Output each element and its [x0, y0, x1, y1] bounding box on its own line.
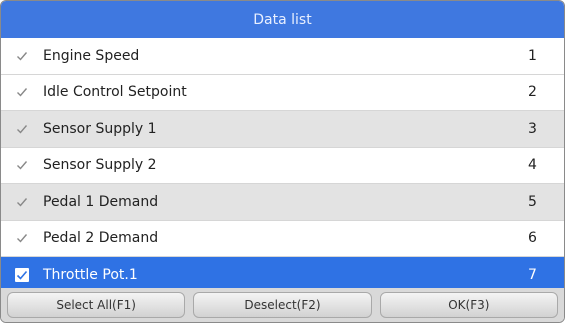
- checkmark-icon[interactable]: [15, 195, 29, 209]
- list-item-label: Idle Control Setpoint: [43, 84, 187, 101]
- ok-button[interactable]: OK(F3): [379, 292, 558, 318]
- list-item-label: Sensor Supply 1: [43, 120, 157, 137]
- list-item-number: 1: [528, 47, 537, 64]
- checkmark-icon[interactable]: [15, 267, 29, 282]
- list-item[interactable]: Idle Control Setpoint 2: [1, 75, 564, 111]
- checkmark-icon[interactable]: [15, 122, 29, 136]
- list-item-number: 5: [528, 193, 537, 210]
- list-item-number: 2: [528, 84, 537, 101]
- checkmark-icon[interactable]: [15, 231, 29, 245]
- page-title: Data list: [253, 11, 312, 28]
- title-bar: Data list: [1, 1, 564, 38]
- list-item-number: 7: [528, 266, 537, 283]
- checkmark-icon[interactable]: [15, 85, 29, 99]
- list-item-label: Throttle Pot.1: [43, 266, 138, 283]
- button-bar: Select All(F1) Deselect(F2) OK(F3): [1, 288, 564, 322]
- list-item-label: Pedal 2 Demand: [43, 230, 159, 247]
- list-item[interactable]: Engine Speed 1: [1, 38, 564, 75]
- checkmark-icon[interactable]: [15, 158, 29, 172]
- list-item-number: 3: [528, 120, 537, 137]
- list-item-label: Pedal 1 Demand: [43, 193, 159, 210]
- list-item-number: 6: [528, 230, 537, 247]
- list-item[interactable]: Sensor Supply 2 4: [1, 148, 564, 184]
- checkmark-icon[interactable]: [15, 49, 29, 63]
- list-item[interactable]: Pedal 2 Demand 6: [1, 221, 564, 257]
- list-item-selected[interactable]: Throttle Pot.1 7: [1, 257, 564, 288]
- list-item[interactable]: Sensor Supply 1 3: [1, 111, 564, 148]
- list-item-label: Sensor Supply 2: [43, 157, 157, 174]
- deselect-button[interactable]: Deselect(F2): [193, 292, 372, 318]
- list-item[interactable]: Pedal 1 Demand 5: [1, 184, 564, 221]
- list-item-label: Engine Speed: [43, 47, 140, 64]
- data-list[interactable]: Engine Speed 1 Idle Control Setpoint 2 S…: [1, 38, 564, 288]
- data-list-screen: Data list Engine Speed 1 Idle Control Se…: [0, 0, 565, 323]
- select-all-button[interactable]: Select All(F1): [7, 292, 186, 318]
- list-item-number: 4: [528, 157, 537, 174]
